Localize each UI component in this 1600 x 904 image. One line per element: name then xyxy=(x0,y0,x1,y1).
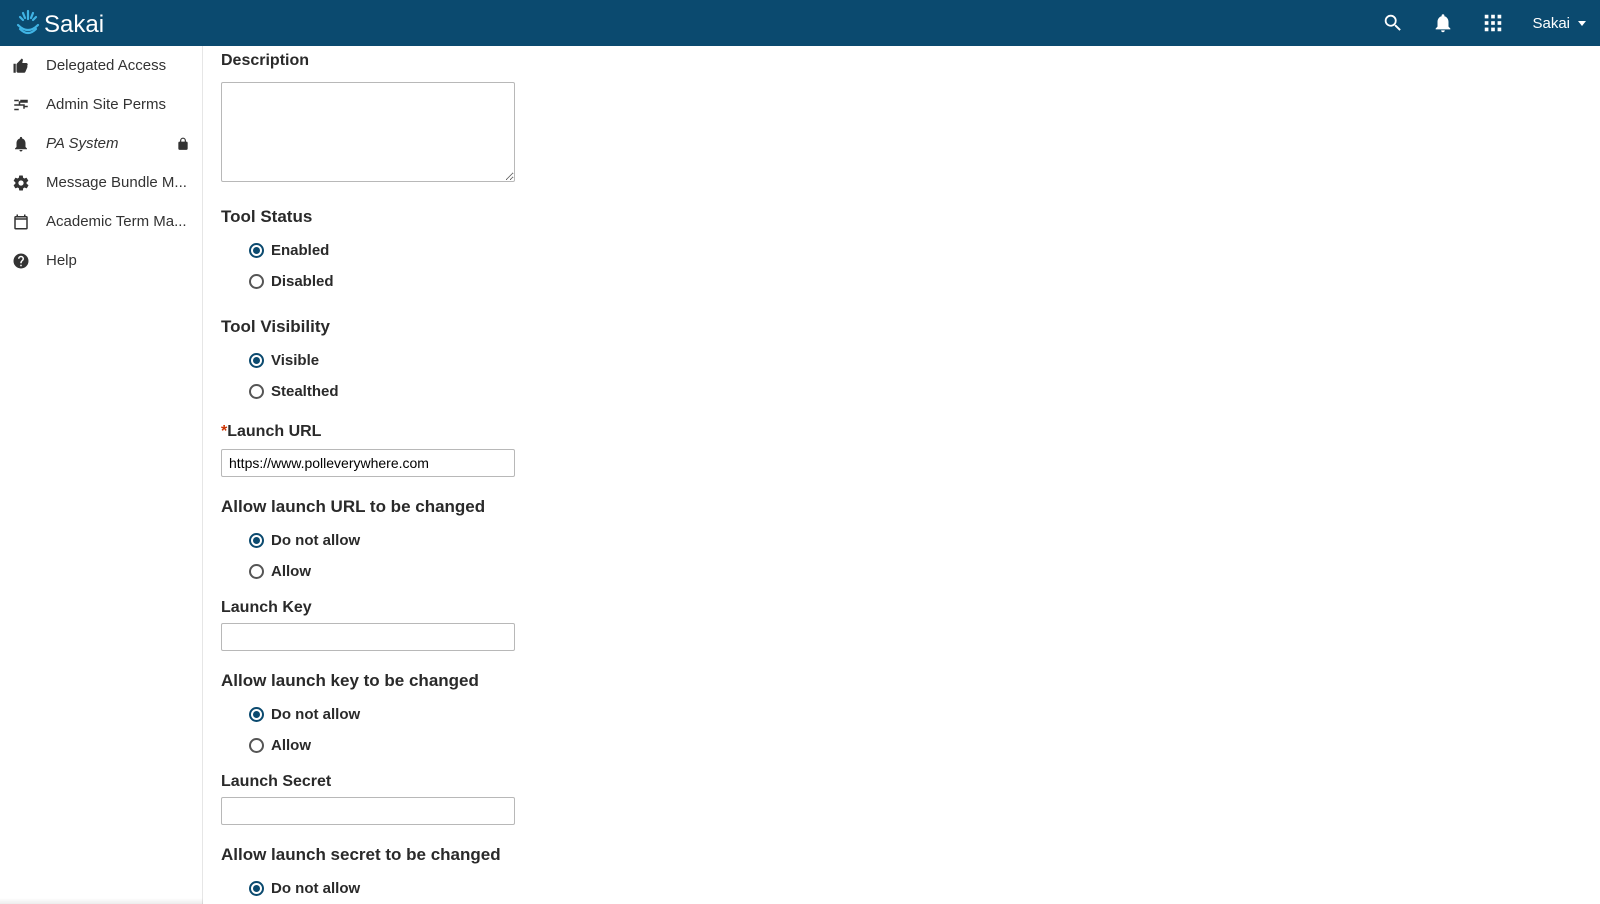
sidebar-item-admin-site-perms[interactable]: Admin Site Perms xyxy=(0,85,202,124)
sidebar-item-label: Message Bundle M... xyxy=(46,174,190,191)
allow-launch-key-deny-row[interactable]: Do not allow xyxy=(221,699,1582,730)
launch-url-group: *Launch URL xyxy=(221,423,1582,477)
tool-visibility-stealthed-label: Stealthed xyxy=(271,383,339,400)
allow-launch-secret-deny-row[interactable]: Do not allow xyxy=(221,873,1582,904)
launch-url-label-text: Launch URL xyxy=(227,423,321,440)
allow-launch-key-deny-label: Do not allow xyxy=(271,706,360,723)
apps-icon[interactable] xyxy=(1482,12,1504,34)
sidebar-item-help[interactable]: Help xyxy=(0,241,202,280)
allow-launch-key-allow-radio[interactable] xyxy=(249,738,264,753)
tool-status-disabled-row[interactable]: Disabled xyxy=(221,266,1582,297)
launch-url-field[interactable] xyxy=(221,449,515,477)
tool-status-enabled-label: Enabled xyxy=(271,242,329,259)
tool-visibility-visible-row[interactable]: Visible xyxy=(221,345,1582,376)
tool-visibility-visible-label: Visible xyxy=(271,352,319,369)
launch-key-group: Launch Key xyxy=(221,599,1582,651)
sidebar: Delegated Access Admin Site Perms PA Sys… xyxy=(0,46,203,904)
sidebar-item-label: Academic Term Ma... xyxy=(46,213,190,230)
tool-visibility-stealthed-radio[interactable] xyxy=(249,384,264,399)
main-content: Description Tool Status Enabled Disabled… xyxy=(203,46,1600,904)
tool-status-enabled-radio[interactable] xyxy=(249,243,264,258)
allow-launch-key-deny-radio[interactable] xyxy=(249,707,264,722)
tool-visibility-stealthed-row[interactable]: Stealthed xyxy=(221,376,1582,407)
allow-launch-url-label: Allow launch URL to be changed xyxy=(221,497,1582,517)
launch-secret-group: Launch Secret xyxy=(221,773,1582,825)
sidebar-item-message-bundle[interactable]: Message Bundle M... xyxy=(0,163,202,202)
allow-launch-key-label: Allow launch key to be changed xyxy=(221,671,1582,691)
allow-launch-url-deny-label: Do not allow xyxy=(271,532,360,549)
description-field[interactable] xyxy=(221,82,515,182)
allow-launch-key-allow-row[interactable]: Allow xyxy=(221,730,1582,761)
brand-logo[interactable]: Sakai xyxy=(14,5,144,41)
launch-secret-label: Launch Secret xyxy=(221,773,1582,791)
allow-launch-url-allow-label: Allow xyxy=(271,563,311,580)
launch-key-label: Launch Key xyxy=(221,599,1582,617)
allow-launch-key-allow-label: Allow xyxy=(271,737,311,754)
bell-icon xyxy=(12,135,30,153)
sidebar-item-label: PA System xyxy=(46,135,160,152)
topbar-right: Sakai xyxy=(1382,12,1586,34)
description-label: Description xyxy=(221,52,1582,70)
allow-launch-secret-deny-radio[interactable] xyxy=(249,881,264,896)
allow-launch-secret-label: Allow launch secret to be changed xyxy=(221,845,1582,865)
sidebar-item-academic-term[interactable]: Academic Term Ma... xyxy=(0,202,202,241)
tool-status-disabled-radio[interactable] xyxy=(249,274,264,289)
calendar-icon xyxy=(12,213,30,231)
svg-text:Sakai: Sakai xyxy=(44,11,104,38)
tool-status-label: Tool Status xyxy=(221,207,1582,227)
launch-key-field[interactable] xyxy=(221,623,515,651)
allow-launch-url-allow-radio[interactable] xyxy=(249,564,264,579)
allow-launch-url-allow-row[interactable]: Allow xyxy=(221,556,1582,587)
user-menu-label: Sakai xyxy=(1532,15,1570,32)
lock-icon xyxy=(176,137,190,151)
notifications-icon[interactable] xyxy=(1432,12,1454,34)
description-group: Description xyxy=(221,52,1582,187)
sidebar-item-pa-system[interactable]: PA System xyxy=(0,124,202,163)
sidebar-shadow xyxy=(0,898,203,904)
sidebar-item-label: Help xyxy=(46,252,190,269)
sakai-logo-icon: Sakai xyxy=(14,5,144,41)
allow-launch-url-deny-radio[interactable] xyxy=(249,533,264,548)
thumbs-up-icon xyxy=(12,57,30,75)
sidebar-item-label: Admin Site Perms xyxy=(46,96,190,113)
tool-visibility-label: Tool Visibility xyxy=(221,317,1582,337)
tool-status-disabled-label: Disabled xyxy=(271,273,334,290)
launch-secret-field[interactable] xyxy=(221,797,515,825)
search-icon[interactable] xyxy=(1382,12,1404,34)
chevron-down-icon xyxy=(1578,21,1586,26)
tool-visibility-visible-radio[interactable] xyxy=(249,353,264,368)
tool-status-enabled-row[interactable]: Enabled xyxy=(221,235,1582,266)
sidebar-item-delegated-access[interactable]: Delegated Access xyxy=(0,46,202,85)
allow-launch-url-deny-row[interactable]: Do not allow xyxy=(221,525,1582,556)
launch-url-label: *Launch URL xyxy=(221,423,321,440)
gear-icon xyxy=(12,174,30,192)
sidebar-item-label: Delegated Access xyxy=(46,57,190,74)
allow-launch-secret-deny-label: Do not allow xyxy=(271,880,360,897)
help-icon xyxy=(12,252,30,270)
sliders-icon xyxy=(12,96,30,114)
user-menu[interactable]: Sakai xyxy=(1532,15,1586,32)
topbar: Sakai Sakai xyxy=(0,0,1600,46)
